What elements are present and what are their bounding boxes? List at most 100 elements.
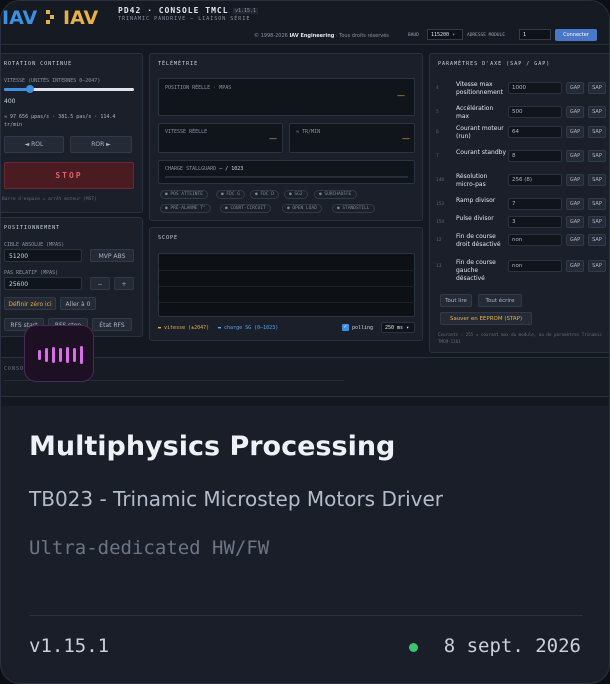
- flag-temp-prealarm: ● PRÉ-ALARME T°: [160, 204, 211, 213]
- brand-logo-iav: IAV: [2, 7, 38, 29]
- flag-limit-left: ● FDC G: [216, 190, 245, 199]
- rol-button[interactable]: ◄ ROL: [4, 136, 64, 153]
- gap-button[interactable]: GAP: [566, 260, 584, 272]
- param-number: 13: [436, 264, 442, 269]
- gap-button[interactable]: GAP: [566, 198, 584, 210]
- gap-button[interactable]: GAP: [566, 106, 584, 118]
- param-value-input[interactable]: 7: [508, 198, 562, 210]
- waveform-bar: [59, 348, 62, 362]
- step-minus-button[interactable]: −: [90, 277, 110, 290]
- param-label: Pulse divisor: [456, 215, 494, 222]
- param-label: Fin de course droit désactivé: [456, 233, 501, 248]
- sap-button[interactable]: SAP: [588, 260, 606, 272]
- speed-readout: VITESSE RÉELLE —: [158, 123, 283, 153]
- stallguard-label: CHARGE STALLGUARD — / 1023: [165, 166, 244, 172]
- waveform-bar: [38, 350, 41, 360]
- gap-button[interactable]: GAP: [566, 174, 584, 186]
- logo-mark: [50, 15, 54, 19]
- card-date: 8 sept. 2026: [443, 635, 581, 657]
- project-card[interactable]: IAV IAV PD42 · CONSOLE TMCL v1.15.1 TRIN…: [0, 0, 610, 684]
- param-number: 154: [436, 220, 445, 225]
- step-plus-button[interactable]: +: [114, 277, 134, 290]
- param-number: 12: [436, 238, 442, 243]
- speed-value: 400: [4, 98, 16, 105]
- position-label: POSITION RÉELLE · MPAS: [165, 85, 232, 91]
- baud-label: BAUD: [408, 33, 419, 38]
- sap-button[interactable]: SAP: [588, 82, 606, 94]
- param-value-input[interactable]: 8: [508, 150, 562, 162]
- stop-button[interactable]: STOP: [4, 162, 134, 189]
- abs-target-input[interactable]: 51200: [4, 249, 82, 262]
- rel-step-input[interactable]: 25600: [4, 277, 82, 290]
- sap-button[interactable]: SAP: [588, 234, 606, 246]
- speed-slider[interactable]: [4, 85, 134, 93]
- waveform-bar: [73, 348, 76, 362]
- param-value-input[interactable]: non: [508, 234, 562, 246]
- sap-button[interactable]: SAP: [588, 150, 606, 162]
- brand-logo-iav-secondary: IAV: [63, 7, 99, 29]
- gap-button[interactable]: GAP: [566, 234, 584, 246]
- param-value-input[interactable]: 1000: [508, 82, 562, 94]
- address-input[interactable]: 1: [519, 29, 551, 40]
- param-label: Courant standby: [456, 149, 506, 156]
- param-value-input[interactable]: 3: [508, 216, 562, 228]
- flag-open-load: ● OPEN LOAD: [282, 204, 322, 213]
- mvp-abs-button[interactable]: MVP ABS: [90, 249, 134, 262]
- polling-checkbox[interactable]: ✓: [342, 324, 349, 331]
- goto-zero-button[interactable]: Aller à 0: [60, 297, 96, 310]
- param-label: Vitesse max positionnement: [456, 81, 503, 96]
- ror-button[interactable]: ROR ►: [70, 136, 132, 153]
- param-number: 153: [436, 202, 445, 207]
- scope-gridline: [159, 270, 416, 271]
- gap-button[interactable]: GAP: [566, 82, 584, 94]
- waveform-icon: [24, 325, 94, 382]
- speed-label: VITESSE (UNITÉS INTERNES 0–2047): [4, 78, 101, 84]
- read-all-button[interactable]: Tout lire: [440, 294, 472, 307]
- sap-button[interactable]: SAP: [588, 126, 606, 138]
- waveform-bar: [80, 346, 83, 364]
- sap-button[interactable]: SAP: [588, 216, 606, 228]
- polling-interval-select[interactable]: 250 ms ▾: [381, 322, 415, 333]
- write-all-button[interactable]: Tout écrire: [478, 294, 522, 307]
- positioning-title: POSITIONNEMENT: [4, 225, 61, 231]
- flag-short-circuit: ● COURT-CIRCUIT: [220, 204, 271, 213]
- scope-legend-load: ▬ charge SG (0–1023): [218, 325, 279, 331]
- rpm-readout: ≈ TR/MIN —: [289, 123, 415, 153]
- param-value-input[interactable]: 500: [508, 106, 562, 118]
- axis-params-title: PARAMÈTRES D'AXE (SAP / GAP): [438, 61, 551, 67]
- polling-label: polling: [352, 325, 374, 331]
- abs-target-label: CIBLE ABSOLUE (MPAS): [4, 242, 65, 248]
- gap-button[interactable]: GAP: [566, 150, 584, 162]
- waveform-bar: [45, 348, 48, 362]
- connect-button[interactable]: Connecter: [555, 29, 597, 41]
- gap-button[interactable]: GAP: [566, 216, 584, 228]
- card-version: v1.15.1: [29, 635, 110, 657]
- logo-mark: [46, 20, 50, 24]
- app-subtitle: TRINAMIC PANDRIVE — LIAISON SÉRIE: [118, 16, 251, 22]
- position-readout: POSITION RÉELLE · MPAS —: [158, 78, 415, 116]
- sap-button[interactable]: SAP: [588, 174, 606, 186]
- param-value-input[interactable]: 64: [508, 126, 562, 138]
- save-eeprom-button[interactable]: Sauver en EEPROM (STAP): [440, 312, 532, 325]
- scope-gridline: [159, 302, 416, 303]
- param-label: Fin de course gauche désactivé: [456, 259, 496, 282]
- param-label: Résolution micro-pas: [456, 173, 488, 188]
- real-speed-value: —: [269, 134, 277, 143]
- sap-button[interactable]: SAP: [588, 198, 606, 210]
- rel-step-label: PAS RELATIF (MPAS): [4, 270, 59, 276]
- position-value: —: [397, 91, 405, 100]
- app-title: PD42 · CONSOLE TMCL: [118, 6, 229, 15]
- sap-button[interactable]: SAP: [588, 106, 606, 118]
- param-value-input[interactable]: non: [508, 260, 562, 272]
- waveform-bar: [66, 347, 69, 363]
- address-label: ADRESSE MODULE: [467, 33, 505, 38]
- baud-select[interactable]: 115200 ▾: [427, 29, 463, 40]
- param-number: 4: [436, 86, 439, 91]
- status-dot-icon: [409, 643, 418, 652]
- rfs-state-button[interactable]: État RFS: [92, 318, 132, 331]
- param-value-input[interactable]: 256 (8): [508, 174, 562, 186]
- speed-slider-handle[interactable]: [26, 85, 34, 93]
- waveform-bar: [52, 347, 55, 363]
- gap-button[interactable]: GAP: [566, 126, 584, 138]
- define-zero-button[interactable]: Définir zéro ici: [4, 297, 56, 310]
